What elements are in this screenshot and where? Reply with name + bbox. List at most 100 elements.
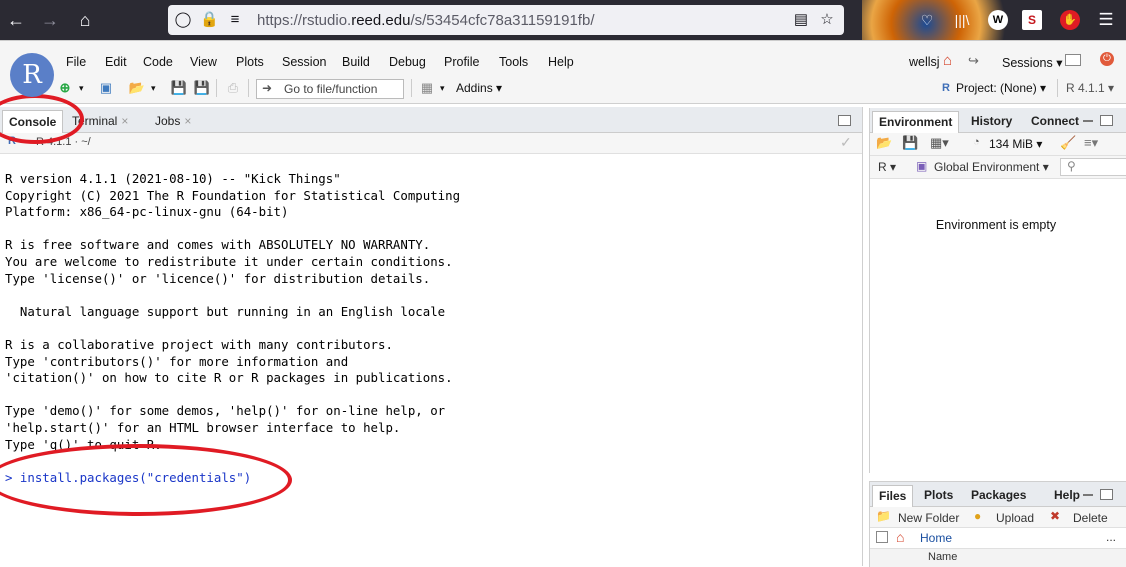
clear-console-icon[interactable]: ✓ [840, 134, 852, 151]
permissions-icon[interactable]: ≡ [226, 11, 244, 29]
close-icon[interactable]: × [121, 114, 128, 128]
tab-packages[interactable]: Packages [965, 485, 1032, 506]
pane-layout-icon[interactable]: ▦ [418, 79, 436, 97]
more-button[interactable]: ... [1106, 530, 1116, 544]
lock-icon[interactable]: 🔒 [200, 11, 219, 29]
new-session-icon[interactable] [1065, 54, 1081, 66]
tab-files[interactable]: Files [872, 485, 914, 507]
menu-view[interactable]: View [190, 55, 217, 69]
upload-icon: ● [974, 509, 982, 523]
print-icon[interactable]: ⎙ [224, 79, 242, 97]
delete-button[interactable]: Delete [1073, 511, 1108, 525]
search-icon: ⚲ [1067, 159, 1076, 173]
tab-plots[interactable]: Plots [918, 485, 959, 506]
menu-session[interactable]: Session [282, 55, 326, 69]
load-workspace-icon[interactable]: 📂 [876, 135, 892, 151]
tab-jobs[interactable]: Jobs × [149, 110, 197, 132]
list-view-icon[interactable]: ≡▾ [1084, 135, 1098, 151]
rstudio-logo: R [10, 53, 54, 97]
shield-icon[interactable]: ◯ [174, 11, 192, 29]
save-icon[interactable]: 💾 [170, 79, 188, 97]
menu-bar: File Edit Code View Plots Session Build … [0, 40, 1126, 74]
console-output: R version 4.1.1 (2021-08-10) -- "Kick Th… [5, 171, 461, 452]
menu-build[interactable]: Build [342, 55, 370, 69]
tab-environment[interactable]: Environment [872, 111, 960, 133]
files-column-header: Name [870, 549, 1126, 567]
home-icon: ⌂ [896, 529, 905, 545]
chevron-down-icon[interactable]: ▾ [79, 80, 84, 96]
new-folder-icon: 📁 [876, 509, 891, 523]
r-version-menu[interactable]: R 4.1.1 ▾ [1066, 80, 1114, 96]
environment-cube-icon: ▣ [916, 159, 928, 173]
extension-stop-icon[interactable]: ✋ [1060, 10, 1080, 30]
home-icon[interactable]: ⌂ [73, 8, 97, 32]
save-workspace-icon[interactable]: 💾 [902, 135, 918, 151]
project-label: Project: (None) [956, 81, 1037, 95]
environment-empty-message: Environment is empty [935, 218, 1057, 232]
new-project-icon[interactable]: ▣ [97, 79, 115, 97]
goto-file-input[interactable]: ➜ Go to file/function [256, 79, 404, 99]
extension-w-icon[interactable]: W [988, 10, 1008, 30]
memory-usage[interactable]: 134 MiB ▾ [989, 137, 1042, 151]
address-bar[interactable]: ◯ 🔒 ≡ https://rstudio.reed.edu/s/53454cf… [168, 5, 844, 35]
sign-out-icon[interactable]: ↪ [968, 53, 979, 69]
addins-menu[interactable]: Addins ▾ [456, 80, 502, 96]
menu-file[interactable]: File [66, 55, 86, 69]
library-icon[interactable]: |||\ [952, 10, 972, 30]
close-icon[interactable]: × [184, 114, 191, 128]
breadcrumb-home[interactable]: Home [920, 531, 952, 545]
hamburger-menu-icon[interactable]: ☰ [1096, 10, 1116, 30]
scope-select[interactable]: Global Environment ▾ [934, 160, 1049, 174]
chevron-down-icon[interactable]: ▾ [151, 80, 156, 96]
browser-toolbar: ← → ⌂ ◯ 🔒 ≡ https://rstudio.reed.edu/s/5… [0, 0, 1126, 40]
tab-history[interactable]: History [965, 111, 1018, 132]
new-file-icon[interactable]: ⊕ [56, 79, 74, 97]
extension-s-icon[interactable]: S [1022, 10, 1042, 30]
tab-help[interactable]: Help [1048, 485, 1086, 506]
main-toolbar: ⊕ ▾ ▣ 📂 ▾ 💾 💾 ⎙ ➜ Go to file/function ▦ … [0, 73, 1126, 104]
menu-plots[interactable]: Plots [236, 55, 264, 69]
memory-pie-icon[interactable]: ◔ [973, 136, 980, 148]
power-icon[interactable]: ⏻ [1100, 52, 1114, 66]
bookmark-star-icon[interactable]: ☆ [818, 11, 836, 29]
menu-code[interactable]: Code [143, 55, 173, 69]
menu-edit[interactable]: Edit [105, 55, 127, 69]
column-name[interactable]: Name [928, 551, 957, 563]
upload-button[interactable]: Upload [996, 511, 1034, 525]
minimize-pane-icon[interactable] [1083, 494, 1093, 496]
environment-toolbar: 📂 💾 ▦▾ ◔ 134 MiB ▾ 🧹 ≡▾ [870, 133, 1126, 156]
maximize-pane-icon[interactable] [1100, 115, 1113, 126]
goto-placeholder: Go to file/function [284, 82, 378, 96]
back-icon[interactable]: ← [4, 8, 28, 32]
maximize-pane-icon[interactable] [1100, 489, 1113, 500]
console-subbar: R R 4.1.1 · ~/ ✓ [0, 133, 862, 154]
url-text[interactable]: https://rstudio.reed.edu/s/53454cfc78a31… [257, 12, 594, 29]
project-menu[interactable]: Project: (None) ▾ [956, 80, 1046, 96]
toolbar-divider [1057, 79, 1058, 97]
language-select[interactable]: R ▾ [878, 160, 896, 174]
menu-help[interactable]: Help [548, 55, 574, 69]
language-label: R [878, 160, 887, 174]
reader-view-icon[interactable]: ▤ [792, 11, 810, 29]
menu-profile[interactable]: Profile [444, 55, 479, 69]
scope-label: Global Environment [934, 160, 1040, 174]
import-dataset-icon[interactable]: ▦▾ [930, 135, 949, 151]
restore-pane-icon[interactable] [838, 115, 851, 126]
files-pane: Files Plots Packages Help 📁 New Folder ●… [869, 481, 1126, 567]
pocket-icon[interactable]: ♡ [917, 10, 937, 30]
new-folder-button[interactable]: New Folder [898, 511, 959, 525]
open-folder-icon[interactable]: 📂 [128, 79, 146, 97]
save-all-icon[interactable]: 💾 [193, 79, 211, 97]
minimize-pane-icon[interactable] [1083, 120, 1093, 122]
tab-connections[interactable]: Connect [1025, 111, 1085, 132]
forward-icon[interactable]: → [38, 8, 62, 32]
menu-debug[interactable]: Debug [389, 55, 426, 69]
project-icon: R [942, 82, 950, 94]
console-tabbar: Console Terminal × Jobs × [0, 107, 862, 133]
select-all-checkbox[interactable] [876, 531, 888, 543]
broom-icon[interactable]: 🧹 [1060, 135, 1076, 151]
sessions-menu[interactable]: Sessions ▾ [1002, 55, 1062, 70]
chevron-down-icon[interactable]: ▾ [440, 80, 445, 96]
home-icon[interactable]: ⌂ [943, 52, 952, 69]
menu-tools[interactable]: Tools [499, 55, 528, 69]
